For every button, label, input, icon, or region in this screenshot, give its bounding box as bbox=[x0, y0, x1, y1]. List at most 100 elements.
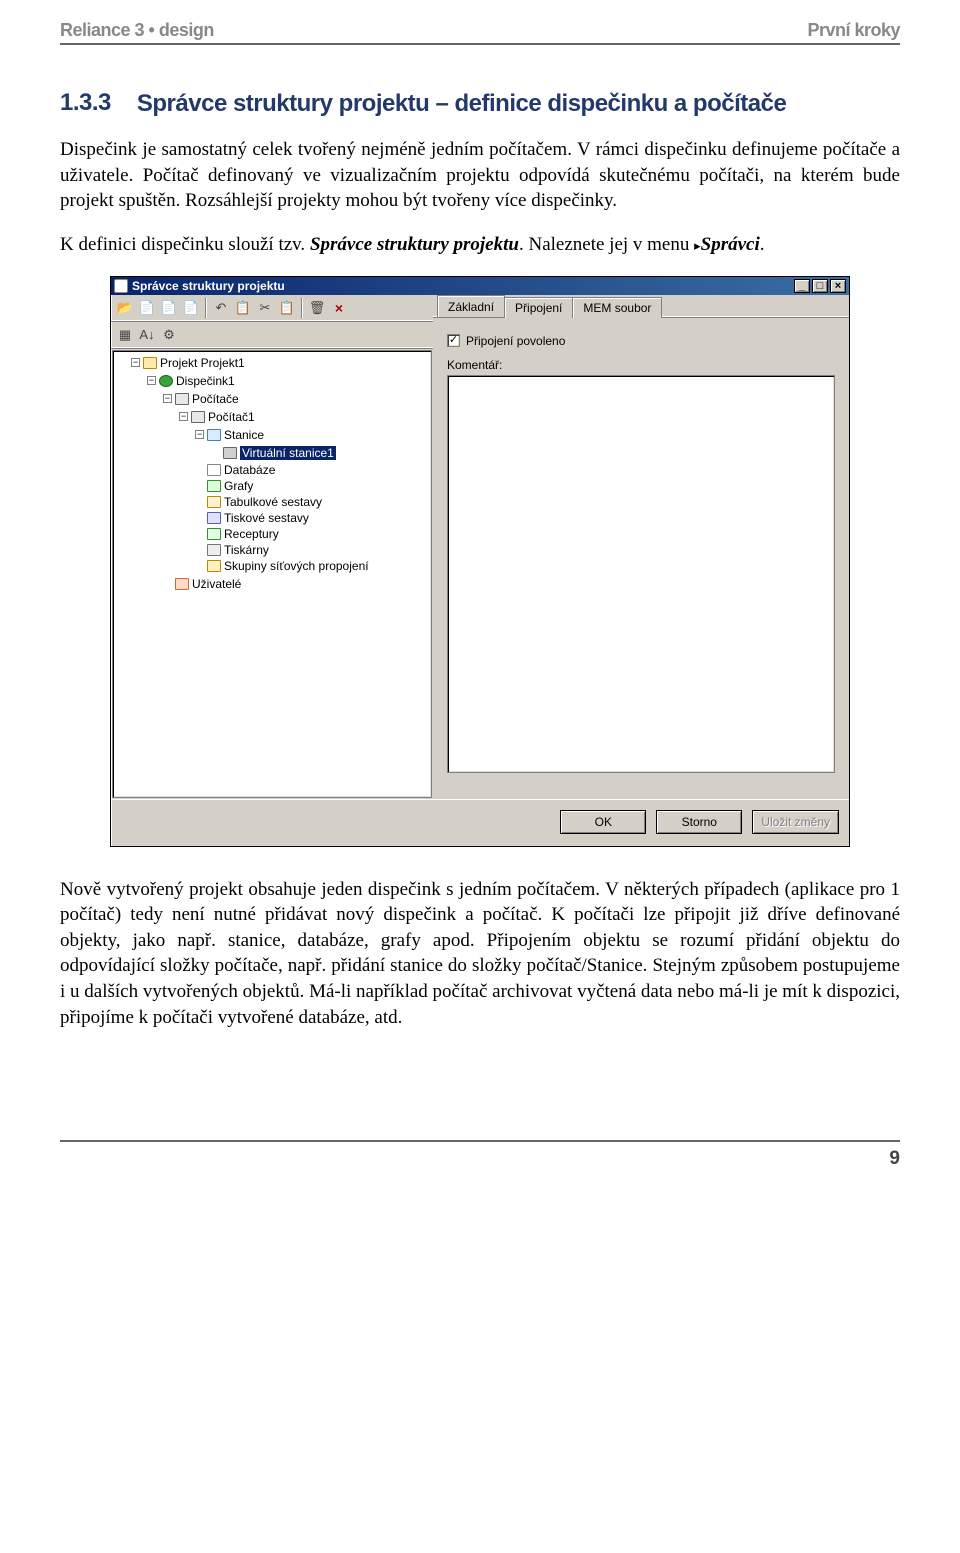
header-rule bbox=[60, 43, 900, 45]
tree-dispatch[interactable]: Dispečink1 Počítače bbox=[147, 373, 429, 593]
tab-connection[interactable]: Připojení bbox=[504, 297, 573, 318]
page-number: 9 bbox=[60, 1148, 900, 1170]
tree-folder[interactable]: Skupiny síťových propojení bbox=[195, 558, 429, 574]
dialog-buttons: OK Storno Uložit změny bbox=[111, 799, 849, 846]
tree-label: Dispečink1 bbox=[176, 374, 235, 388]
sort-icon[interactable]: A↓ bbox=[137, 325, 157, 345]
maximize-button[interactable]: □ bbox=[812, 279, 828, 293]
table-icon bbox=[207, 496, 221, 508]
paragraph-3: Nově vytvořený projekt obsahuje jeden di… bbox=[60, 877, 900, 1031]
page-header: Reliance 3 • design První kroky bbox=[60, 20, 900, 41]
cancel-button[interactable]: Storno bbox=[656, 810, 742, 834]
tab-memfile[interactable]: MEM soubor bbox=[572, 297, 662, 318]
secondary-toolbar: ▦ A↓ ⚙ bbox=[111, 322, 433, 349]
tree-root[interactable]: Projekt Projekt1 Dispečink1 bbox=[131, 355, 429, 594]
tree-folder[interactable]: Databáze bbox=[195, 462, 429, 478]
trash-icon[interactable]: 🗑 bbox=[307, 298, 327, 318]
project-tree[interactable]: Projekt Projekt1 Dispečink1 bbox=[112, 350, 432, 798]
tree-label: Stanice bbox=[224, 428, 264, 442]
expand-icon[interactable] bbox=[179, 412, 188, 421]
header-left: Reliance 3 • design bbox=[60, 20, 214, 41]
page-footer: 9 bbox=[60, 1140, 900, 1170]
close-button[interactable]: × bbox=[830, 279, 846, 293]
app-window: Správce struktury projektu _ □ × 📂 📄 📄 📄… bbox=[110, 276, 850, 847]
paste-icon[interactable]: 📋 bbox=[277, 298, 297, 318]
tree-station-selected[interactable]: Virtuální stanice1 bbox=[211, 445, 429, 461]
database-icon bbox=[207, 464, 221, 476]
open-icon[interactable]: 📂 bbox=[115, 298, 135, 318]
expand-icon[interactable] bbox=[195, 430, 204, 439]
save-button: Uložit změny bbox=[752, 810, 839, 834]
para2-emph-b: Správce struktury projektu bbox=[310, 234, 519, 255]
new3-icon[interactable]: 📄 bbox=[181, 298, 201, 318]
tree-label: Tiskové sestavy bbox=[224, 511, 309, 525]
tree-label: Počítače bbox=[192, 392, 239, 406]
undo-icon[interactable]: ↶ bbox=[211, 298, 231, 318]
tab-bar: Základní Připojení MEM soubor bbox=[433, 295, 849, 318]
computer-icon bbox=[191, 411, 205, 423]
computers-icon bbox=[175, 393, 189, 405]
ok-button[interactable]: OK bbox=[560, 810, 646, 834]
delete-icon[interactable]: × bbox=[329, 298, 349, 318]
tree-label: Projekt Projekt1 bbox=[160, 356, 245, 370]
tree-label-selected: Virtuální stanice1 bbox=[240, 446, 336, 460]
print-report-icon bbox=[207, 512, 221, 524]
window-title: Správce struktury projektu bbox=[132, 279, 285, 293]
footer-rule bbox=[60, 1140, 900, 1142]
tree-folder[interactable]: Grafy bbox=[195, 478, 429, 494]
tree-label: Databáze bbox=[224, 463, 275, 477]
tree-label: Grafy bbox=[224, 479, 253, 493]
connection-enabled-row[interactable]: ✓ Připojení povoleno bbox=[447, 334, 835, 348]
cut-icon[interactable]: ✂ bbox=[255, 298, 275, 318]
tree-stations-folder[interactable]: Stanice Virtuální stanice1 bbox=[195, 427, 429, 462]
user-icon bbox=[175, 578, 189, 590]
para2-plain-e: . bbox=[760, 234, 765, 255]
para2-plain-a: K definici dispečinku slouží tzv. bbox=[60, 234, 310, 255]
gear-icon[interactable]: ⚙ bbox=[159, 325, 179, 345]
main-toolbar: 📂 📄 📄 📄 ↶ 📋 ✂ 📋 🗑 × bbox=[111, 295, 433, 322]
section-heading: 1.3.3 Správce struktury projektu – defin… bbox=[60, 89, 900, 119]
toolbar-sep-2 bbox=[301, 298, 303, 318]
expand-icon[interactable] bbox=[147, 376, 156, 385]
checkbox-connection-enabled[interactable]: ✓ bbox=[447, 334, 460, 347]
tree-label: Uživatelé bbox=[192, 577, 241, 591]
printer-icon bbox=[207, 544, 221, 556]
recipe-icon bbox=[207, 528, 221, 540]
tab-basic[interactable]: Základní bbox=[437, 295, 505, 317]
para2-plain-c: . Naleznete jej v menu bbox=[519, 234, 694, 255]
tree-folder[interactable]: Receptury bbox=[195, 526, 429, 542]
new1-icon[interactable]: 📄 bbox=[137, 298, 157, 318]
comment-textarea[interactable] bbox=[447, 375, 835, 773]
tree-users[interactable]: Uživatelé bbox=[163, 576, 429, 592]
tree-label: Tabulkové sestavy bbox=[224, 495, 322, 509]
stations-icon bbox=[207, 429, 221, 441]
checkbox-label: Připojení povoleno bbox=[466, 334, 565, 348]
tree-label: Počítač1 bbox=[208, 410, 255, 424]
header-right: První kroky bbox=[807, 20, 900, 41]
grid-icon[interactable]: ▦ bbox=[115, 325, 135, 345]
tree-label: Receptury bbox=[224, 527, 279, 541]
tree-label: Skupiny síťových propojení bbox=[224, 559, 369, 573]
titlebar[interactable]: Správce struktury projektu _ □ × bbox=[111, 277, 849, 295]
section-number: 1.3.3 bbox=[60, 89, 111, 119]
expand-icon[interactable] bbox=[131, 358, 140, 367]
paragraph-2: K definici dispečinku slouží tzv. Správc… bbox=[60, 232, 900, 258]
tree-folder[interactable]: Tiskárny bbox=[195, 542, 429, 558]
graph-icon bbox=[207, 480, 221, 492]
toolbar-sep-1 bbox=[205, 298, 207, 318]
copy-icon[interactable]: 📋 bbox=[233, 298, 253, 318]
app-icon bbox=[114, 279, 128, 293]
tree-folder[interactable]: Tiskové sestavy bbox=[195, 510, 429, 526]
tree-computers-folder[interactable]: Počítače Počítač1 bbox=[163, 391, 429, 576]
tree-folder[interactable]: Tabulkové sestavy bbox=[195, 494, 429, 510]
station-icon bbox=[223, 447, 237, 459]
minimize-button[interactable]: _ bbox=[794, 279, 810, 293]
expand-icon[interactable] bbox=[163, 394, 172, 403]
folder-icon bbox=[143, 357, 157, 369]
network-icon bbox=[207, 560, 221, 572]
para2-emph-d: Správci bbox=[701, 234, 760, 255]
new2-icon[interactable]: 📄 bbox=[159, 298, 179, 318]
paragraph-1: Dispečink je samostatný celek tvořený ne… bbox=[60, 137, 900, 214]
tree-label: Tiskárny bbox=[224, 543, 269, 557]
tree-computer[interactable]: Počítač1 Stanice bbox=[179, 409, 429, 575]
